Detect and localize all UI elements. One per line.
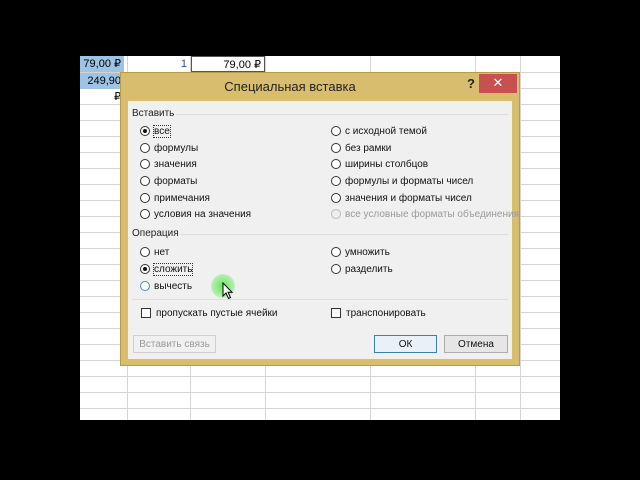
radio-icon [331, 264, 341, 274]
paste-option-label: формулы [154, 142, 199, 154]
paste-option-label: условия на значения [154, 208, 252, 220]
radio-icon [331, 159, 341, 169]
paste-group-divider [176, 114, 508, 115]
paste-option-label: значения и форматы чисел [345, 192, 472, 204]
radio-icon [140, 247, 150, 257]
radio-icon [331, 193, 341, 203]
paste-link-button: Вставить связь [133, 335, 216, 353]
cell-quantity[interactable]: 1 [128, 56, 190, 72]
paste-option-label: примечания [154, 192, 210, 204]
radio-icon [140, 193, 150, 203]
paste-option-label: ширины столбцов [345, 158, 429, 170]
checkbox-icon [141, 308, 151, 318]
dialog-titlebar[interactable]: Специальная вставка ? ✕ [121, 73, 519, 101]
paste-option-merge-conditional-formats: все условные форматы объединения [331, 207, 519, 221]
operation-option-label: сложить [152, 262, 194, 276]
cell-copied-value[interactable]: 79,00 ₽ [191, 56, 265, 72]
operation-option-label: умножить [345, 246, 390, 258]
dialog-body: Вставить все формулы значения форматы пр… [128, 101, 519, 359]
paste-option-label: все условные форматы объединения [345, 208, 519, 220]
transpose-label: транспонировать [346, 307, 426, 319]
mouse-pointer-icon [222, 282, 234, 300]
paste-option-label: все [153, 124, 171, 138]
paste-option-no-borders[interactable]: без рамки [331, 141, 391, 155]
paste-option-label: формулы и форматы чисел [345, 175, 474, 187]
paste-option-label: значения [154, 158, 197, 170]
operation-option-multiply[interactable]: умножить [331, 245, 390, 259]
paste-option-label: с исходной темой [345, 125, 427, 137]
paste-option-values-number-formats[interactable]: значения и форматы чисел [331, 191, 472, 205]
skip-blanks-label: пропускать пустые ячейки [156, 307, 278, 319]
paste-option-formulas-number-formats[interactable]: формулы и форматы чисел [331, 174, 473, 188]
skip-blanks-checkbox[interactable]: пропускать пустые ячейки [141, 306, 278, 320]
close-button[interactable]: ✕ [479, 74, 517, 93]
paste-option-formats[interactable]: форматы [140, 174, 197, 188]
radio-icon [140, 209, 150, 219]
operation-option-label: разделить [345, 263, 393, 275]
paste-group-label: Вставить [132, 108, 175, 119]
ok-button[interactable]: ОК [374, 335, 437, 353]
radio-icon [331, 126, 341, 136]
checkbox-divider [132, 299, 508, 300]
cancel-button[interactable]: Отмена [444, 335, 508, 353]
cell-price[interactable]: 79,00 ₽ [80, 56, 124, 72]
operation-option-subtract[interactable]: вычесть [140, 279, 192, 293]
transpose-checkbox[interactable]: транспонировать [331, 306, 426, 320]
radio-icon [140, 281, 150, 291]
radio-icon [140, 126, 150, 136]
paste-option-validation[interactable]: условия на значения [140, 207, 251, 221]
operation-option-none[interactable]: нет [140, 245, 169, 259]
dialog-title: Специальная вставка [224, 79, 356, 94]
operation-option-divide[interactable]: разделить [331, 262, 393, 276]
paste-option-comments[interactable]: примечания [140, 191, 210, 205]
paste-option-label: без рамки [345, 142, 392, 154]
help-button[interactable]: ? [461, 75, 481, 93]
paste-option-formulas[interactable]: формулы [140, 141, 198, 155]
radio-icon [331, 143, 341, 153]
operation-option-label: вычесть [154, 280, 193, 292]
paste-option-column-widths[interactable]: ширины столбцов [331, 157, 428, 171]
paste-option-source-theme[interactable]: с исходной темой [331, 124, 427, 138]
radio-icon [140, 176, 150, 186]
radio-icon [140, 264, 150, 274]
operation-option-label: нет [154, 246, 170, 258]
paste-option-values[interactable]: значения [140, 157, 197, 171]
radio-icon [331, 209, 341, 219]
cell-price[interactable]: 249,90 ₽ [80, 73, 124, 103]
paste-option-all[interactable]: все [140, 124, 171, 138]
radio-icon [331, 247, 341, 257]
radio-icon [140, 143, 150, 153]
paste-special-dialog: Специальная вставка ? ✕ Вставить все фор… [120, 72, 520, 366]
operation-group-label: Операция [132, 228, 179, 239]
paste-option-label: форматы [154, 175, 198, 187]
radio-icon [331, 176, 341, 186]
radio-icon [140, 159, 150, 169]
operation-group-divider [180, 234, 508, 235]
checkbox-icon [331, 308, 341, 318]
operation-option-add[interactable]: сложить [140, 262, 194, 276]
